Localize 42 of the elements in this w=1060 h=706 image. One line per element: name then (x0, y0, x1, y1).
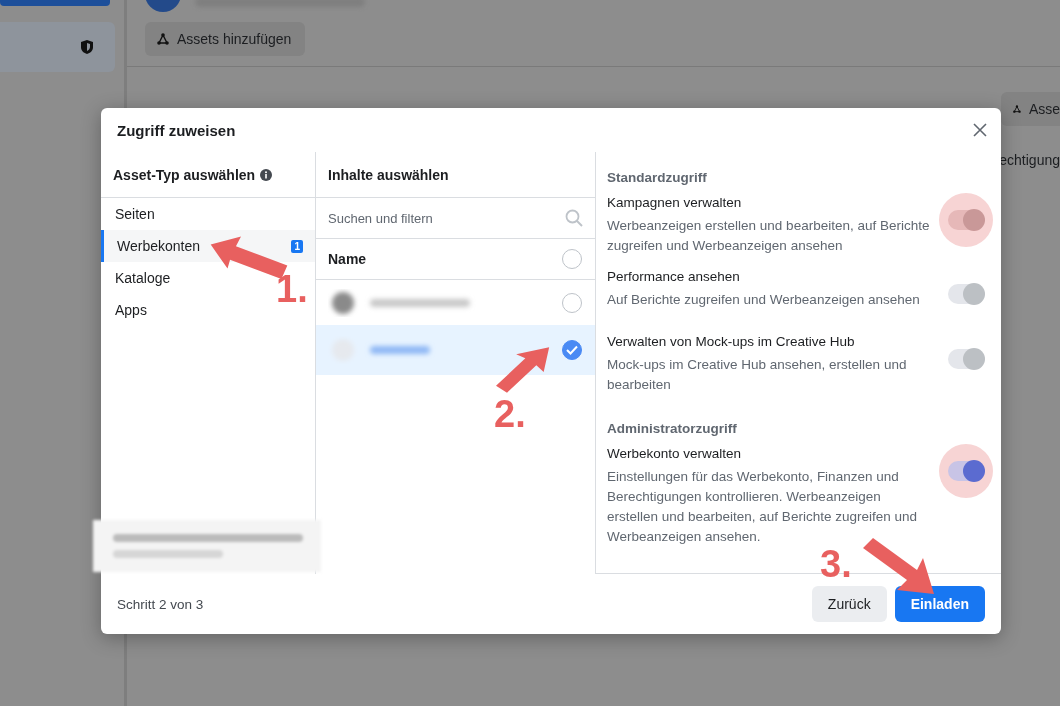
back-button[interactable]: Zurück (811, 586, 887, 622)
column-heading: Inhalte auswählen (328, 166, 449, 183)
search-field[interactable]: Suchen und filtern (328, 203, 557, 233)
step-number: 2. (494, 395, 526, 433)
asset-type-item[interactable]: Seiten (101, 198, 167, 230)
check-icon (566, 345, 578, 355)
permission-description: Mock-ups im Creative Hub ansehen, erstellen und bearbeiten (607, 356, 908, 394)
step-number: 1. (276, 270, 308, 308)
select-all-radio[interactable] (562, 249, 582, 269)
select-radio[interactable] (562, 292, 582, 313)
step-indicator: Schritt 2 von 3 (117, 596, 204, 612)
dialog-title: Zugriff zuweisen (117, 121, 236, 139)
search-icon (565, 209, 583, 227)
column-header: echtigung (1000, 152, 1060, 168)
info-icon[interactable] (260, 168, 273, 181)
nodes-icon (157, 33, 169, 45)
close-icon[interactable] (973, 123, 987, 137)
invite-button[interactable]: Einladen (894, 586, 985, 622)
add-assets-button[interactable]: Assets hinzufügen (145, 22, 306, 56)
permission-description: Auf Berichte zugreifen und Werbeanzeigen ansehen (607, 291, 920, 309)
asset-type-item[interactable]: Apps (101, 294, 159, 326)
asset-type-item[interactable]: Kataloge (101, 262, 183, 294)
permission-title: Kampagnen verwalten (607, 195, 743, 210)
account-row[interactable] (316, 325, 595, 375)
shield-icon (79, 39, 95, 55)
toggle-switch[interactable] (948, 461, 984, 481)
permission-description: Einstellungen für das Werbekonto, Finanzen und Berechtigungen kontrollieren. Werbeanzeigen erstellen und bearbeiten, auf Berichte zugreifen und Werbeanzeigen ansehen. (607, 468, 918, 546)
add-assets-button[interactable]: Asse (1001, 92, 1060, 126)
section-heading: Administratorzugriff (607, 421, 738, 436)
permission-title: Verwalten von Mock-ups im Creative Hub (607, 334, 856, 349)
column-header: Name (328, 251, 367, 267)
permission-title: Werbekonto verwalten (607, 446, 743, 461)
count-badge: 1 (291, 239, 303, 253)
column-heading: Asset-Typ auswählen (113, 166, 256, 183)
permission-title: Performance ansehen (607, 269, 741, 284)
permission-description: Werbeanzeigen erstellen und bearbeiten, auf Berichte zugreifen und Werbeanzeigen ansehen (607, 217, 931, 255)
arrow (496, 346, 551, 394)
sidebar-item[interactable] (0, 22, 115, 72)
section-heading: Standardzugriff (607, 170, 708, 185)
select-radio[interactable] (562, 340, 582, 360)
step-number: 3. (820, 545, 852, 583)
nodes-icon (1013, 103, 1021, 115)
